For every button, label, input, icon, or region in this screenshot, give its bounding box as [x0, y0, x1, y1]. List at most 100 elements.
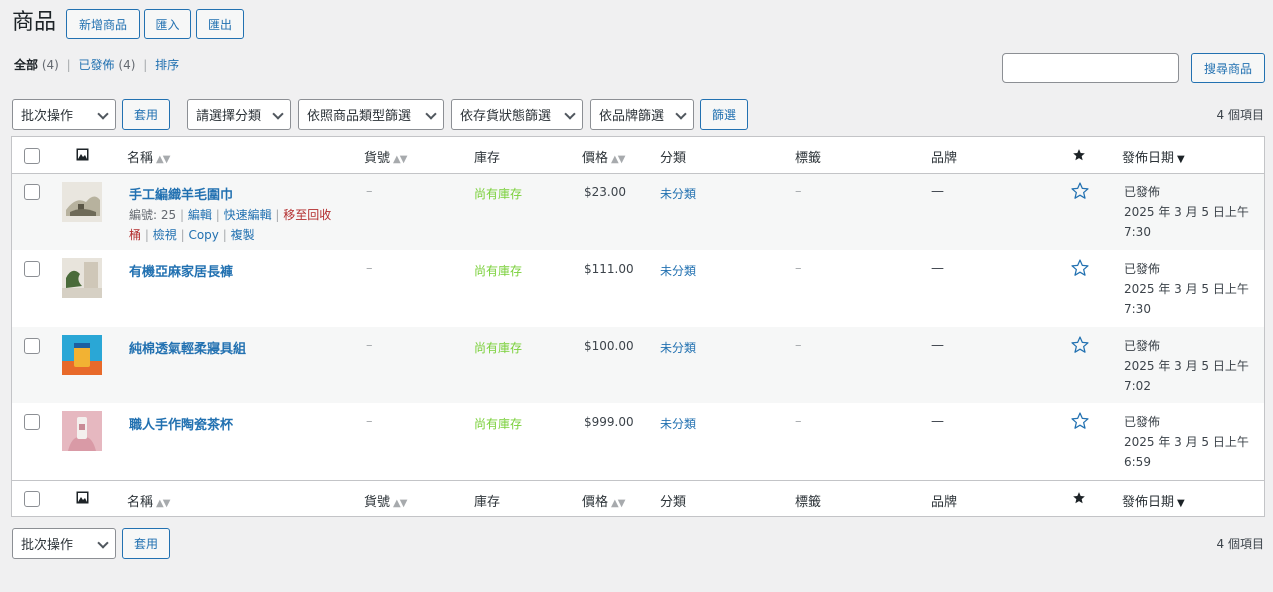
featured-star-icon[interactable] — [1070, 258, 1090, 278]
apply-button[interactable]: 套用 — [122, 99, 170, 130]
search-products-button[interactable]: 搜尋商品 — [1191, 53, 1265, 83]
product-name-link[interactable]: 純棉透氣輕柔寢具組 — [129, 338, 246, 357]
column-category: 分類 — [660, 151, 687, 166]
sku-cell: – — [366, 414, 373, 429]
table-row: 純棉透氣輕柔寢具組 – 尚有庫存 $100.00 未分類 – — 已發佈 2025… — [12, 327, 1264, 403]
sku-cell: – — [366, 184, 373, 199]
items-count-bottom: 4 個項目 — [1216, 537, 1264, 551]
chevron-down-icon — [272, 108, 284, 120]
column-name[interactable]: 名稱 ▲▼ — [127, 491, 170, 510]
column-sku[interactable]: 貨號 ▲▼ — [364, 491, 407, 510]
view-published-link[interactable]: 已發佈 — [79, 58, 115, 72]
chevron-down-icon — [97, 537, 109, 549]
filter-button[interactable]: 篩選 — [700, 99, 748, 130]
featured-column-star-icon[interactable] — [1072, 491, 1086, 509]
brand-cell: — — [931, 414, 944, 429]
column-tags: 標籤 — [795, 151, 822, 166]
brand-cell: — — [931, 261, 944, 276]
sort-icon: ▲▼ — [156, 154, 170, 165]
chevron-down-icon — [564, 108, 576, 120]
items-count-top: 4 個項目 — [1216, 108, 1264, 122]
views-filter: 全部 (4) | 已發佈 (4) | 排序 — [14, 58, 180, 72]
column-name[interactable]: 名稱 ▲▼ — [127, 147, 170, 166]
category-filter-select[interactable]: 請選擇分類 — [187, 99, 291, 130]
view-sorting-link[interactable]: 排序 — [155, 58, 179, 72]
view-all-link[interactable]: 全部 — [14, 58, 38, 72]
category-link[interactable]: 未分類 — [660, 262, 696, 279]
tags-cell: – — [795, 338, 802, 353]
sort-icon: ▲▼ — [393, 154, 407, 165]
product-name-link[interactable]: 手工編織羊毛圍巾 — [129, 184, 233, 203]
featured-star-icon[interactable] — [1070, 335, 1090, 355]
table-row: 有機亞麻家居長褲 – 尚有庫存 $111.00 未分類 – — 已發佈 2025 … — [12, 250, 1264, 327]
sku-cell: – — [366, 261, 373, 276]
copy-link[interactable]: Copy — [188, 228, 218, 242]
brand-filter-select[interactable]: 依品牌篩選 — [590, 99, 694, 130]
column-date[interactable]: 發佈日期 ▼ — [1122, 147, 1185, 166]
category-link[interactable]: 未分類 — [660, 339, 696, 356]
date-cell: 已發佈 2025 年 3 月 5 日上午 7:30 — [1124, 185, 1249, 239]
column-tags: 標籤 — [795, 495, 822, 510]
price-cell: $999.00 — [584, 415, 634, 429]
view-all-count: (4) — [41, 58, 59, 72]
row-checkbox[interactable] — [24, 184, 40, 200]
row-checkbox[interactable] — [24, 414, 40, 430]
edit-link[interactable]: 編輯 — [188, 208, 212, 222]
apply-button-bottom[interactable]: 套用 — [122, 528, 170, 559]
featured-star-icon[interactable] — [1070, 411, 1090, 431]
stock-cell: 尚有庫存 — [474, 341, 523, 355]
featured-column-star-icon[interactable] — [1072, 148, 1086, 166]
select-all-checkbox[interactable] — [24, 148, 40, 164]
sort-icon: ▲▼ — [393, 498, 407, 509]
import-button[interactable]: 匯入 — [144, 9, 191, 39]
date-cell: 已發佈 2025 年 3 月 5 日上午 7:30 — [1124, 262, 1249, 316]
stock-status-filter-select[interactable]: 依存貨狀態篩選 — [451, 99, 583, 130]
brand-cell: — — [931, 338, 944, 353]
select-all-checkbox-footer[interactable] — [24, 491, 40, 507]
duplicate-link[interactable]: 複製 — [231, 228, 255, 242]
row-checkbox[interactable] — [24, 338, 40, 354]
chevron-down-icon — [425, 108, 437, 120]
product-thumbnail[interactable] — [62, 258, 102, 298]
bulk-action-select-bottom[interactable]: 批次操作 — [12, 528, 116, 559]
product-thumbnail[interactable] — [62, 335, 102, 375]
quick-edit-link[interactable]: 快速編輯 — [224, 208, 272, 222]
date-cell: 已發佈 2025 年 3 月 5 日上午 6:59 — [1124, 415, 1249, 469]
bulk-action-select[interactable]: 批次操作 — [12, 99, 116, 130]
product-thumbnail[interactable] — [62, 182, 102, 222]
featured-star-icon[interactable] — [1070, 181, 1090, 201]
view-link[interactable]: 檢視 — [153, 228, 177, 242]
search-input[interactable] — [1002, 53, 1179, 83]
chevron-down-icon — [97, 108, 109, 120]
column-sku[interactable]: 貨號 ▲▼ — [364, 147, 407, 166]
product-name-link[interactable]: 有機亞麻家居長褲 — [129, 261, 233, 280]
price-cell: $23.00 — [584, 185, 626, 199]
category-link[interactable]: 未分類 — [660, 185, 696, 202]
export-button[interactable]: 匯出 — [196, 9, 244, 39]
product-type-filter-select[interactable]: 依照商品類型篩選 — [298, 99, 444, 130]
chevron-down-icon — [675, 108, 687, 120]
tags-cell: – — [795, 414, 802, 429]
add-product-button[interactable]: 新增商品 — [66, 9, 140, 39]
image-column-icon — [76, 148, 89, 165]
column-price[interactable]: 價格 ▲▼ — [582, 147, 625, 166]
column-brand: 品牌 — [931, 495, 958, 510]
column-date[interactable]: 發佈日期 ▼ — [1122, 491, 1185, 510]
sort-icon: ▲▼ — [156, 498, 170, 509]
brand-cell: — — [931, 184, 944, 199]
column-price[interactable]: 價格 ▲▼ — [582, 491, 625, 510]
table-footer: 名稱 ▲▼ 貨號 ▲▼ 庫存 價格 ▲▼ 分類 標籤 品牌 發佈日期 ▼ — [12, 480, 1264, 517]
sku-cell: – — [366, 338, 373, 353]
product-name-link[interactable]: 職人手作陶瓷茶杯 — [129, 414, 233, 433]
products-table: 名稱 ▲▼ 貨號 ▲▼ 庫存 價格 ▲▼ 分類 標籤 品牌 發佈日期 ▼ 手工編織羊毛圍… — [11, 136, 1265, 517]
column-stock: 庫存 — [474, 495, 501, 510]
sort-desc-icon: ▼ — [1177, 154, 1185, 165]
product-thumbnail[interactable] — [62, 411, 102, 451]
view-published-count: (4) — [118, 58, 136, 72]
column-brand: 品牌 — [931, 151, 958, 166]
stock-cell: 尚有庫存 — [474, 187, 523, 201]
column-stock: 庫存 — [474, 151, 501, 166]
category-link[interactable]: 未分類 — [660, 415, 696, 432]
table-row: 職人手作陶瓷茶杯 – 尚有庫存 $999.00 未分類 – — 已發佈 2025 … — [12, 403, 1264, 480]
row-checkbox[interactable] — [24, 261, 40, 277]
